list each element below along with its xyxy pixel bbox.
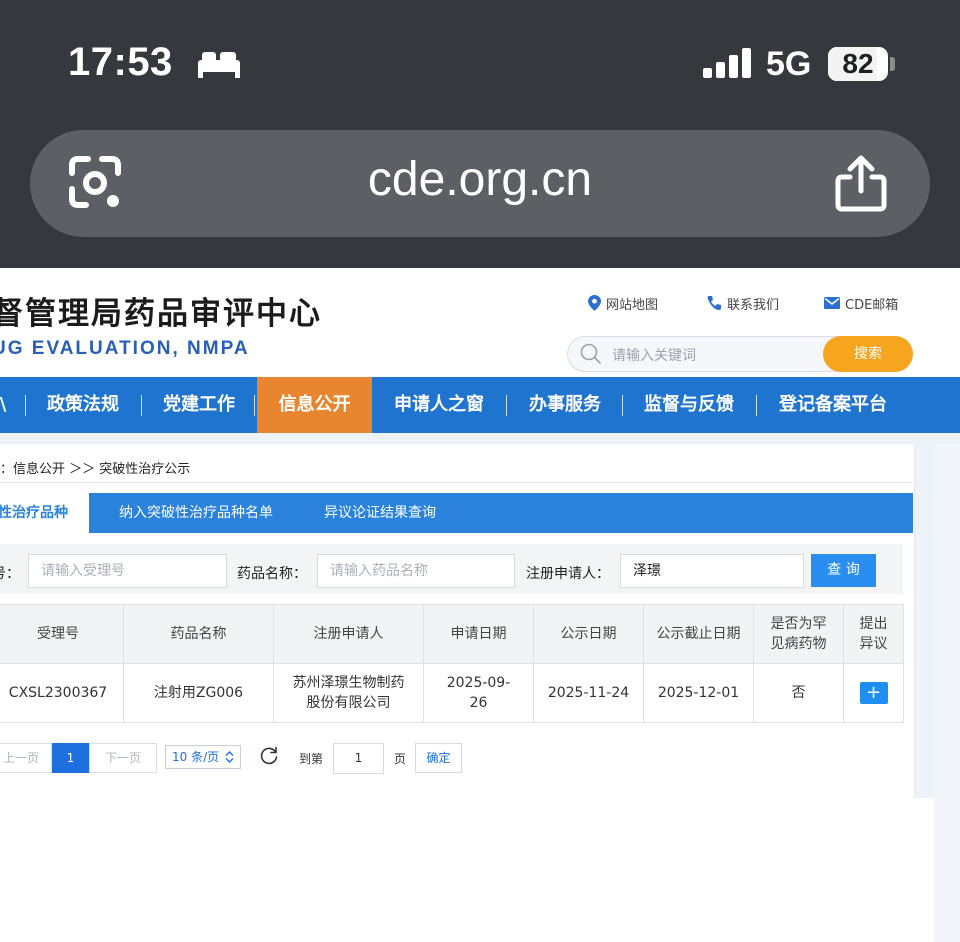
- col-rare-disease: 是否为罕见病药物: [753, 604, 844, 664]
- cell-rare-disease: 否: [753, 663, 844, 723]
- network-type: 5G: [766, 45, 812, 83]
- nav-item-info[interactable]: 信息公开: [257, 377, 372, 433]
- location-pin-icon: [588, 295, 601, 311]
- tab-objection-results[interactable]: 异议论证结果查询: [324, 493, 436, 533]
- breadcrumb-divider: [0, 482, 913, 483]
- nav-separator: [506, 395, 507, 416]
- tab-included-list[interactable]: 纳入突破性治疗品种名单: [119, 493, 273, 533]
- nav-item-registration[interactable]: 登记备案平台: [766, 377, 900, 433]
- nav-item-services[interactable]: 办事服务: [516, 377, 614, 433]
- nav-separator: [254, 395, 255, 416]
- prev-page-button[interactable]: 上一页: [0, 743, 52, 773]
- current-page-button[interactable]: 1: [52, 743, 89, 773]
- cell-drug-name: 注射用ZG006: [123, 663, 274, 723]
- accept-no-label: 号：: [0, 566, 20, 582]
- col-apply-date: 申请日期: [423, 604, 534, 664]
- drug-name-input[interactable]: 请输入药品名称: [317, 554, 515, 588]
- goto-label: 到第: [299, 752, 324, 766]
- add-objection-button[interactable]: +: [859, 682, 888, 704]
- nav-item-feedback[interactable]: 监督与反馈: [632, 377, 746, 433]
- col-drug-name: 药品名称: [123, 604, 274, 664]
- applicant-input[interactable]: 泽璟: [620, 554, 804, 588]
- nav-separator: [141, 395, 142, 416]
- applicant-label: 注册申请人：: [526, 566, 610, 582]
- nav-separator: [25, 395, 26, 416]
- cell-accept-no: CXSL2300367: [0, 663, 124, 723]
- mail-icon: [824, 297, 840, 309]
- battery-percent: 82: [842, 48, 874, 79]
- email-label: CDE邮箱: [845, 297, 899, 313]
- tab-breakthrough-varieties[interactable]: 性治疗品种: [0, 493, 89, 533]
- cell-objection: +: [843, 663, 904, 723]
- email-link[interactable]: CDE邮箱: [824, 294, 899, 313]
- web-page: 督管理局药品审评中心 UG EVALUATION, NMPA 网站地图 联系我们…: [0, 268, 960, 942]
- col-deadline: 公示截止日期: [643, 604, 754, 664]
- signal-strength-icon: [703, 48, 751, 78]
- nav-separator: [756, 395, 757, 416]
- sitemap-link[interactable]: 网站地图: [588, 294, 659, 313]
- nav-item-applicant[interactable]: 申请人之窗: [382, 377, 496, 433]
- drug-name-label: 药品名称：: [237, 566, 307, 582]
- query-button[interactable]: 查 询: [811, 554, 876, 587]
- lens-search-icon[interactable]: [66, 155, 124, 211]
- table-header-row: 受理号 药品名称 注册申请人 申请日期 公示日期 公示截止日期 是否为罕见病药物…: [0, 604, 904, 664]
- status-time: 17:53: [68, 40, 173, 84]
- contact-label: 联系我们: [727, 297, 780, 313]
- contact-link[interactable]: 联系我们: [706, 294, 780, 313]
- right-margin: [934, 444, 960, 942]
- cell-apply-date: 2025-09-26: [423, 663, 534, 723]
- main-nav: \ 政策法规 党建工作 信息公开 申请人之窗 办事服务 监督与反馈 登记备案平台: [0, 377, 960, 433]
- col-objection: 提出异议: [843, 604, 904, 664]
- col-accept-no: 受理号: [0, 604, 124, 664]
- page-size-select[interactable]: 10 条/页: [165, 745, 241, 769]
- site-title: 督管理局药品审评中心: [0, 296, 322, 332]
- nav-item-policy[interactable]: 政策法规: [34, 377, 132, 433]
- site-subtitle: UG EVALUATION, NMPA: [0, 338, 250, 359]
- page-unit-label: 页: [394, 752, 407, 766]
- share-icon[interactable]: [832, 155, 890, 213]
- battery-tip: [890, 57, 895, 71]
- accept-no-input[interactable]: 请输入受理号: [28, 554, 227, 588]
- sitemap-label: 网站地图: [606, 297, 659, 313]
- next-page-button[interactable]: 下一页: [89, 743, 157, 773]
- cell-publish-date: 2025-11-24: [533, 663, 644, 723]
- search-icon: [580, 343, 601, 364]
- nav-item-home[interactable]: \: [0, 377, 18, 433]
- search-placeholder: 请输入关键词: [612, 348, 696, 364]
- search-button[interactable]: 搜索: [823, 336, 913, 372]
- refresh-icon[interactable]: [259, 746, 279, 766]
- cell-applicant: 苏州泽璟生物制药股份有限公司: [273, 663, 424, 723]
- sleep-bed-icon: [198, 52, 240, 78]
- cell-deadline: 2025-12-01: [643, 663, 754, 723]
- breadcrumb: ：信息公开 ＞＞ 突破性治疗公示: [0, 462, 191, 477]
- page-size-value: 10 条/页: [172, 750, 220, 764]
- updown-chevron-icon: [225, 751, 234, 763]
- nav-separator: [622, 395, 623, 416]
- goto-confirm-button[interactable]: 确定: [415, 743, 462, 773]
- col-publish-date: 公示日期: [533, 604, 644, 664]
- results-table: 受理号 药品名称 注册申请人 申请日期 公示日期 公示截止日期 是否为罕见病药物…: [0, 604, 904, 723]
- nav-item-party[interactable]: 党建工作: [150, 377, 248, 433]
- url-text[interactable]: cde.org.cn: [250, 152, 710, 207]
- col-applicant: 注册申请人: [273, 604, 424, 664]
- goto-page-input[interactable]: 1: [333, 743, 384, 774]
- phone-icon: [707, 296, 721, 310]
- table-row: CXSL2300367 注射用ZG006 苏州泽璟生物制药股份有限公司 2025…: [0, 663, 904, 723]
- lower-area: [0, 798, 934, 942]
